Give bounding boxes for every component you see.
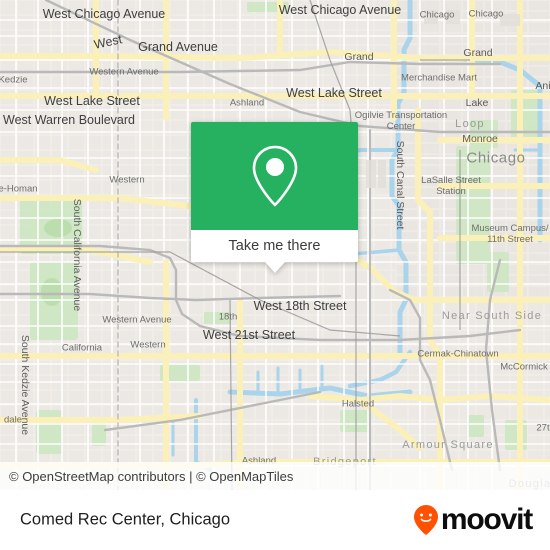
footer-bar: Comed Rec Center, Chicago moovit [0,490,550,550]
popup-image-area [191,122,358,230]
popup-action-bar[interactable]: Take me there [191,230,358,262]
take-me-there-label: Take me there [228,238,321,254]
place-title: Comed Rec Center, Chicago [20,510,231,529]
location-pin-icon [252,145,297,207]
map-attribution: © OpenStreetMap contributors | © OpenMap… [0,462,550,490]
moovit-logo[interactable]: moovit [413,503,533,536]
moovit-smiley-pin-icon [413,505,438,535]
map-canvas[interactable]: West Chicago Avenue West Chicago Avenue Ch… [0,0,550,490]
screenshot-root: West Chicago Avenue West Chicago Avenue Ch… [0,0,550,550]
attribution-text: © OpenStreetMap contributors | © OpenMap… [9,468,294,484]
popup-pointer [264,262,285,273]
moovit-wordmark: moovit [440,503,533,536]
location-popup-card[interactable]: Take me there [191,122,358,273]
